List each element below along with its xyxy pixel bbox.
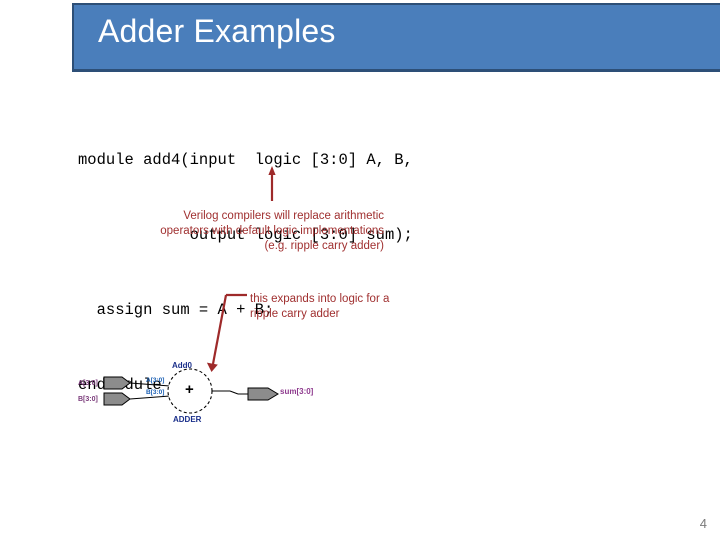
- slide-canvas: Adder Examples module add4(input logic […: [0, 0, 720, 540]
- annotation-expands-note: this expands into logic for a ripple car…: [250, 292, 450, 322]
- wire-b-label: B[3:0]: [146, 389, 165, 396]
- input-port-b-label: B[3:0]: [78, 396, 98, 403]
- slide-title-bar: Adder Examples: [72, 3, 720, 72]
- input-port-a-label: A[3:0]: [78, 380, 98, 387]
- code-line: module add4(input logic [3:0] A, B,: [78, 151, 413, 169]
- diagram-graphics: [103, 368, 279, 414]
- output-wire-bend: [229, 390, 239, 395]
- adder-block-diagram: + Add0 ADDER A[3:0] B[3:0] A[3:0] B[3:0]…: [70, 355, 340, 440]
- output-port-symbol: [247, 387, 279, 401]
- annotation-line: this expands into logic for a: [250, 293, 390, 305]
- annotation-line: operators with default logic implementat…: [160, 225, 384, 237]
- diagram-block-type-label: ADDER: [173, 415, 202, 424]
- annotation-line: Verilog compilers will replace arithmeti…: [183, 210, 384, 222]
- annotation-line: (e.g. ripple carry adder): [264, 240, 384, 252]
- page-title: Adder Examples: [98, 13, 336, 49]
- annotation-line: ripple carry adder: [250, 308, 340, 320]
- diagram-instance-label: Add0: [172, 361, 192, 370]
- annotation-compilers-note: Verilog compilers will replace arithmeti…: [104, 209, 384, 254]
- wire-a-label: A[3:0]: [146, 377, 165, 384]
- adder-operator-symbol: +: [185, 381, 194, 398]
- page-number: 4: [699, 516, 707, 531]
- output-port-label: sum[3:0]: [280, 387, 314, 396]
